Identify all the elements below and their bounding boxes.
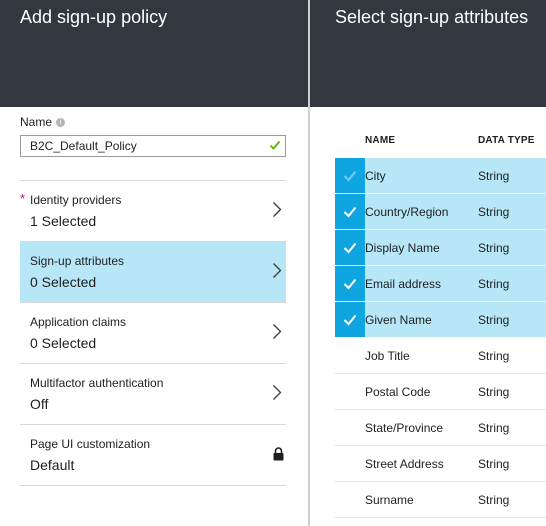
attribute-data-type: String [478, 168, 510, 183]
attribute-data-type: String [478, 420, 510, 435]
menu-item-value: 0 Selected [30, 274, 97, 290]
blade-title: Select sign-up attributes [335, 7, 529, 27]
table-row[interactable]: State/Province String [335, 410, 546, 446]
table-row[interactable]: Postal Code String [335, 374, 546, 410]
info-icon[interactable]: i [56, 117, 66, 127]
attributes-table: NAME DATA TYPE City String Country/Region S… [335, 122, 546, 518]
checkmark-valid-icon [269, 140, 281, 150]
menu-item-value: Default [30, 457, 75, 473]
attribute-data-type: String [478, 492, 510, 507]
table-row[interactable]: Surname String [335, 482, 546, 518]
menu-item-title-text: Multifactor authentication [30, 376, 164, 390]
attribute-name: Given Name [365, 312, 432, 327]
attribute-name: Postal Code [365, 384, 431, 399]
table-row[interactable]: Job Title String [335, 338, 546, 374]
table-row[interactable]: Given Name String [335, 302, 546, 338]
attribute-data-type: String [478, 240, 510, 255]
menu-item-title: Multifactor authentication [30, 376, 256, 390]
row-checkbox[interactable] [335, 230, 365, 265]
table-header: NAME DATA TYPE [335, 122, 546, 158]
row-checkbox[interactable] [335, 410, 365, 445]
column-header-data-type: DATA TYPE [478, 134, 535, 146]
name-input[interactable] [21, 136, 285, 156]
menu-item-sign-up-attributes[interactable]: Sign-up attributes 0 Selected [20, 242, 286, 303]
attribute-name: Job Title [365, 348, 410, 363]
blade-header: Add sign-up policy [0, 0, 308, 107]
menu-item-title-text: Page UI customization [30, 437, 151, 451]
menu-item-value: 1 Selected [30, 213, 97, 229]
table-body: City String Country/Region String Display Na… [335, 158, 546, 518]
attribute-data-type: String [478, 204, 510, 219]
menu-item-title: * Identity providers [20, 192, 256, 208]
menu-item-value: 0 Selected [30, 335, 97, 351]
column-header-name: NAME [365, 134, 396, 146]
name-input-wrapper [20, 135, 286, 157]
row-checkbox[interactable] [335, 158, 365, 193]
table-row[interactable]: Country/Region String [335, 194, 546, 230]
menu-item-title-text: Sign-up attributes [30, 254, 125, 268]
select-attributes-blade: Select sign-up attributes NAME DATA TYPE… [310, 0, 546, 526]
chevron-right-icon [273, 263, 282, 278]
table-row[interactable]: City String [335, 158, 546, 194]
checkmark-icon [343, 314, 357, 326]
menu-item-title: Application claims [30, 315, 256, 329]
row-checkbox[interactable] [335, 338, 365, 373]
name-field: Name i [20, 115, 286, 157]
checkmark-icon [343, 206, 357, 218]
row-checkbox[interactable] [335, 266, 365, 301]
chevron-right-icon [273, 202, 282, 217]
table-row[interactable]: Street Address String [335, 446, 546, 482]
policy-settings-menu: * Identity providers 1 Selected Sign-up att… [20, 180, 286, 486]
attribute-name: City [365, 168, 386, 183]
checkmark-icon [343, 170, 357, 182]
row-checkbox[interactable] [335, 482, 365, 517]
add-policy-blade: Add sign-up policy Name i * Identity prov… [0, 0, 308, 526]
row-checkbox[interactable] [335, 374, 365, 409]
table-row[interactable]: Display Name String [335, 230, 546, 266]
menu-item-application-claims[interactable]: Application claims 0 Selected [20, 303, 286, 364]
attribute-data-type: String [478, 456, 510, 471]
menu-item-page-ui-customization[interactable]: Page UI customization Default [20, 425, 286, 486]
checkmark-icon [343, 242, 357, 254]
menu-item-title-text: Application claims [30, 315, 127, 329]
row-checkbox[interactable] [335, 194, 365, 229]
chevron-right-icon [273, 324, 282, 339]
attribute-name: State/Province [365, 420, 444, 435]
menu-item-title: Page UI customization [30, 437, 256, 451]
attribute-data-type: String [478, 384, 510, 399]
table-row[interactable]: Email address String [335, 266, 546, 302]
menu-item-multifactor-authentication[interactable]: Multifactor authentication Off [20, 364, 286, 425]
attribute-name: Surname [365, 492, 414, 507]
chevron-right-icon [273, 385, 282, 400]
attribute-name: Street Address [365, 456, 444, 471]
blade-header: Select sign-up attributes [310, 0, 546, 107]
name-label-text: Name [20, 115, 53, 129]
attribute-data-type: String [478, 276, 510, 291]
attribute-data-type: String [478, 312, 510, 327]
row-checkbox[interactable] [335, 302, 365, 337]
menu-item-identity-providers[interactable]: * Identity providers 1 Selected [20, 181, 286, 242]
row-checkbox[interactable] [335, 446, 365, 481]
required-asterisk: * [20, 191, 26, 206]
checkmark-icon [343, 278, 357, 290]
attribute-data-type: String [478, 348, 510, 363]
lock-icon [273, 447, 284, 461]
attribute-name: Display Name [365, 240, 440, 255]
attribute-name: Email address [365, 276, 442, 291]
menu-item-title-text: Identity providers [30, 193, 122, 207]
name-label: Name i [20, 115, 286, 129]
menu-item-value: Off [30, 396, 49, 412]
attribute-name: Country/Region [365, 204, 449, 219]
blade-title: Add sign-up policy [20, 7, 168, 27]
menu-item-title: Sign-up attributes [30, 254, 256, 268]
